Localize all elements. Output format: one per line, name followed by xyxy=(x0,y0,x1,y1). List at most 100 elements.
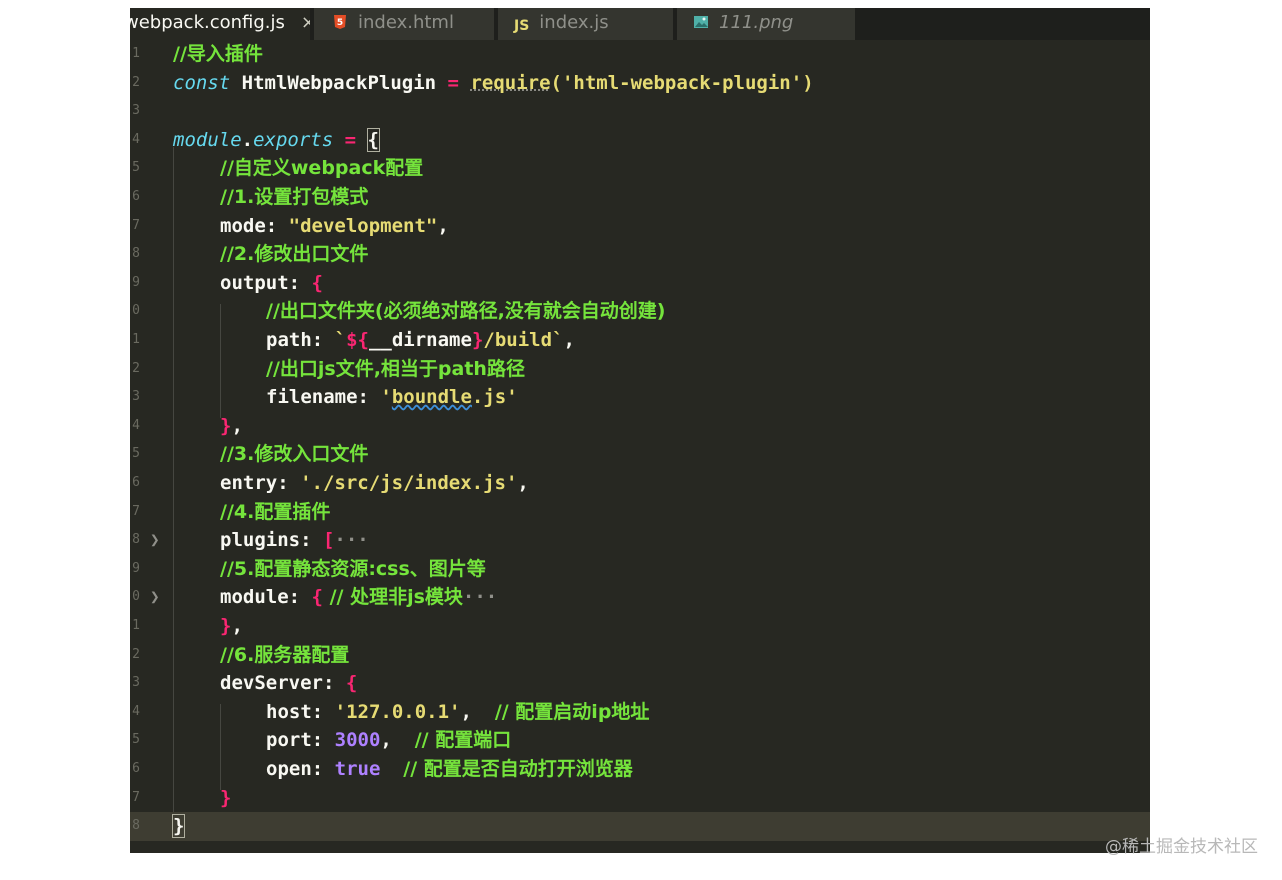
code-line: 5 //3.修改入口文件 xyxy=(130,440,1150,469)
keyword-const: const xyxy=(173,71,231,94)
boolean: true xyxy=(334,758,381,780)
code-line-current: 8} xyxy=(130,812,1150,841)
chevron-right-icon[interactable]: ❯ xyxy=(150,583,160,612)
punctuation: , xyxy=(460,700,495,723)
folded-ellipsis[interactable]: ··· xyxy=(463,586,497,608)
number: 3000 xyxy=(334,729,381,752)
line-number: 3 xyxy=(132,675,140,691)
comment: //6.服务器配置 xyxy=(220,643,350,666)
tab-111-png[interactable]: 111.png xyxy=(677,8,855,40)
watermark: @稀土掘金技术社区 xyxy=(1105,837,1258,857)
code-line: 5 //自定义webpack配置 xyxy=(130,154,1150,183)
property-key: path: xyxy=(266,329,335,351)
line-number: 0 xyxy=(132,303,140,319)
code-line: 0 ❯ module: { // 处理非js模块··· xyxy=(130,583,1150,612)
string: .js' xyxy=(471,386,518,409)
line-number: 8 xyxy=(132,246,140,262)
property-key: mode: xyxy=(220,214,289,237)
code-line: 4 host: '127.0.0.1', // 配置启动ip地址 xyxy=(130,698,1150,727)
line-number: 7 xyxy=(132,503,140,519)
comment: //5.配置静态资源:css、图片等 xyxy=(220,557,486,580)
property-key: host: xyxy=(266,700,335,723)
line-number: 6 xyxy=(132,761,140,776)
operator: = xyxy=(333,128,368,151)
comment: //3.修改入口文件 xyxy=(220,443,369,466)
comment: //出口文件夹(必须绝对路径,没有就会自动创建) xyxy=(266,300,666,323)
property-key: output: xyxy=(220,271,312,294)
comment: //4.配置插件 xyxy=(220,500,331,523)
code-line: 3 xyxy=(130,97,1150,126)
string-spellcheck: boundle xyxy=(391,386,472,409)
punctuation: , xyxy=(517,472,529,494)
line-number: 8 xyxy=(132,818,140,834)
comment: // 配置是否自动打开浏览器 xyxy=(403,758,633,780)
tab-label: index.html xyxy=(358,12,454,33)
line-number: 4 xyxy=(132,417,140,433)
code-line: 5 port: 3000, // 配置端口 xyxy=(130,726,1150,755)
code-editor[interactable]: webpack.config.js × 5 index.html JS index.j… xyxy=(130,8,1150,853)
tab-label: index.js xyxy=(539,12,609,33)
html5-file-icon: 5 xyxy=(334,15,346,29)
code-line: 3 filename: 'boundle.js' xyxy=(130,383,1150,412)
brace: { xyxy=(311,271,323,294)
bracket-match: { xyxy=(366,127,380,152)
comment: //出口js文件,相当于path路径 xyxy=(266,357,525,380)
property-key: devServer: xyxy=(220,672,346,695)
code-line: 4 module.exports = { xyxy=(130,126,1150,155)
image-file-icon xyxy=(694,16,708,28)
code-line: 7 mode: "development", xyxy=(130,212,1150,241)
line-number: 4 xyxy=(132,131,140,147)
folded-ellipsis[interactable]: ··· xyxy=(334,529,368,551)
code-line: 2 //6.服务器配置 xyxy=(130,641,1150,670)
comment: //1.设置打包模式 xyxy=(220,186,369,208)
comment: //自定义webpack配置 xyxy=(220,157,424,180)
code-line: 1}, xyxy=(130,612,1150,641)
punctuation: , xyxy=(231,615,243,637)
code-area[interactable]: 1 //导入插件 2 const HtmlWebpackPlugin = requi… xyxy=(130,40,1150,853)
tab-index-html[interactable]: 5 index.html xyxy=(314,8,494,40)
svg-text:5: 5 xyxy=(337,18,343,28)
code-line: 1 path: `${__dirname}/build`, xyxy=(130,326,1150,355)
identifier: exports xyxy=(253,128,334,151)
line-number: 2 xyxy=(132,74,140,90)
punctuation: , xyxy=(231,414,243,437)
code-line: 9 output: { xyxy=(130,269,1150,298)
string: './src/js/index.js' xyxy=(300,472,518,494)
chevron-right-icon[interactable]: ❯ xyxy=(150,526,160,555)
code-line: 1 //导入插件 xyxy=(130,40,1150,69)
comment: // 配置端口 xyxy=(414,729,512,752)
property-key: plugins: xyxy=(220,529,323,552)
line-number: 4 xyxy=(132,703,140,719)
operator: = xyxy=(447,71,459,94)
property-key: open: xyxy=(266,758,335,780)
line-number: 9 xyxy=(132,560,140,576)
code-line: 8 //2.修改出口文件 xyxy=(130,240,1150,269)
tab-label: webpack.config.js xyxy=(130,12,285,33)
line-number: 2 xyxy=(132,646,140,662)
line-number: 7 xyxy=(132,789,140,805)
code-line: 6 entry: './src/js/index.js', xyxy=(130,469,1150,498)
template-delimiter: } xyxy=(471,329,484,351)
line-number: 6 xyxy=(132,189,140,204)
property-key: filename: xyxy=(266,386,381,409)
comment: // 配置启动ip地址 xyxy=(494,700,650,723)
punctuation: , xyxy=(380,729,415,752)
function-name: require xyxy=(470,71,551,94)
property-key: module: xyxy=(220,586,312,609)
tab-webpack-config[interactable]: webpack.config.js × xyxy=(130,8,310,40)
identifier: HtmlWebpackPlugin xyxy=(230,71,448,94)
template-delimiter: ${ xyxy=(346,329,369,351)
punctuation: , xyxy=(563,329,575,351)
line-number: 6 xyxy=(132,475,140,490)
close-icon[interactable]: × xyxy=(301,12,310,33)
line-number: 7 xyxy=(132,217,140,233)
line-number: 1 xyxy=(132,618,140,633)
code-line: 8 ❯ plugins: [··· xyxy=(130,526,1150,555)
line-number: 8 xyxy=(132,532,140,548)
comment: // 处理非js模块 xyxy=(322,586,463,609)
property-key: port: xyxy=(266,729,335,752)
string: ' xyxy=(380,386,392,409)
comment: //2.修改出口文件 xyxy=(220,243,369,266)
line-number: 5 xyxy=(132,446,140,462)
tab-index-js[interactable]: JS index.js xyxy=(498,8,673,40)
